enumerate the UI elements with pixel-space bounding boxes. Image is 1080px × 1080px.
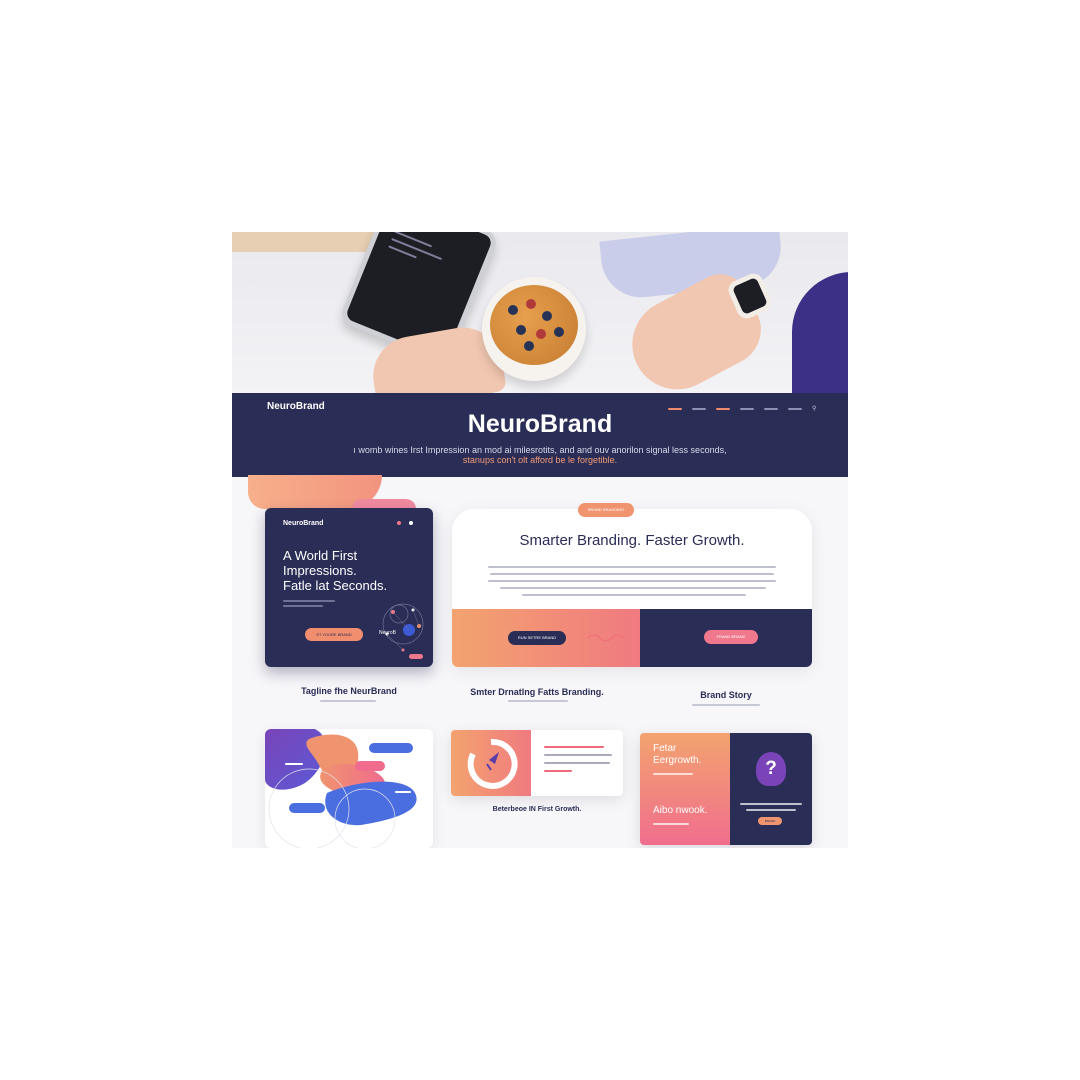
feature-panel-orange: RUN SETRE BRAND [452, 609, 640, 667]
chip-label [283, 759, 313, 769]
text-placeholder [320, 700, 376, 702]
story-text: Aibo nwook. [653, 805, 708, 816]
text-placeholder [488, 580, 776, 582]
brand-story-card: Fetar Eergrowth. Aibo nwook. ? BRAND [640, 733, 812, 845]
text-placeholder [490, 573, 774, 575]
section-label: Brand Story [700, 690, 752, 700]
text-placeholder [544, 754, 612, 756]
card-title-line: A World First [283, 548, 358, 563]
story-panel-gradient: Fetar Eergrowth. Aibo nwook. [640, 733, 730, 845]
brain-label: NeuroB [379, 630, 396, 636]
sleeve-image [792, 272, 848, 393]
text-placeholder [692, 704, 760, 706]
food-bowl-image [482, 277, 586, 381]
text-placeholder [522, 594, 746, 596]
text-placeholder [544, 746, 604, 748]
hero-photo [232, 232, 848, 393]
page-title: NeuroBrand [467, 410, 613, 438]
story-text: Fetar Eergrowth. [653, 743, 702, 766]
hero-subtitle: ı womb wines Irst Impression an mod ai m… [353, 445, 727, 455]
squiggle-icon [587, 634, 625, 642]
brain-network-icon [382, 603, 424, 659]
text-placeholder [544, 770, 572, 772]
nav-dot[interactable] [397, 521, 401, 525]
chip[interactable] [369, 743, 413, 753]
text-placeholder [544, 762, 610, 764]
text-placeholder [508, 700, 568, 702]
nav-dot[interactable] [409, 521, 413, 525]
feature-dark-button[interactable]: RUN SETRE BRAND [508, 631, 566, 645]
text-placeholder [740, 803, 802, 805]
chip[interactable] [355, 761, 385, 771]
feature-panel-dark: FRAND BRAND [640, 609, 812, 667]
text-placeholder [653, 773, 693, 775]
feature-card: Smarter Branding. Faster Growth. RUN SET… [452, 509, 812, 667]
chip[interactable] [393, 787, 415, 797]
card-title-line: Impressions. [283, 563, 357, 578]
text-placeholder [283, 600, 335, 602]
cta-button[interactable]: ST YOURE BRAND [305, 628, 363, 641]
section-label: Tagline fhe NeurBrand [301, 686, 397, 696]
showcase-section: NeuroBrand A World First Impressions. Fa… [232, 475, 848, 848]
tagline-card [265, 729, 433, 848]
card-title: A World First Impressions. Fatle lat Sec… [283, 548, 423, 593]
feature-pill-badge: BRAND BRANDING [578, 503, 634, 517]
gauge-panel [451, 730, 531, 796]
hero-banner: NeuroBrand ⚲ NeuroBrand ı womb wines Irs… [232, 393, 848, 477]
text-placeholder [500, 587, 766, 589]
story-button[interactable]: BRAND [758, 817, 782, 825]
page-canvas: NeuroBrand ⚲ NeuroBrand ı womb wines Irs… [232, 232, 848, 848]
hero-card: NeuroBrand A World First Impressions. Fa… [265, 508, 433, 667]
section-label: Smter Drnatlng Fatts Branding. [470, 687, 604, 697]
rocket-gauge-icon [467, 738, 518, 789]
card-logo: NeuroBrand [283, 520, 324, 527]
feature-title: Smarter Branding. Faster Growth. [519, 532, 745, 549]
chip[interactable] [289, 803, 325, 813]
feature-pink-button[interactable]: FRAND BRAND [704, 630, 758, 644]
story-panel-dark: ? BRAND [730, 733, 812, 845]
question-icon: ? [756, 752, 786, 786]
text-placeholder [653, 823, 689, 825]
branding-card [451, 730, 623, 796]
hero-subtitle-accent: stanups con't olt afford be le forgetibl… [462, 455, 618, 465]
text-placeholder [746, 809, 796, 811]
text-placeholder [283, 605, 323, 607]
text-placeholder [488, 566, 776, 568]
branding-caption: Beterbeoe IN First Growth. [492, 806, 582, 813]
